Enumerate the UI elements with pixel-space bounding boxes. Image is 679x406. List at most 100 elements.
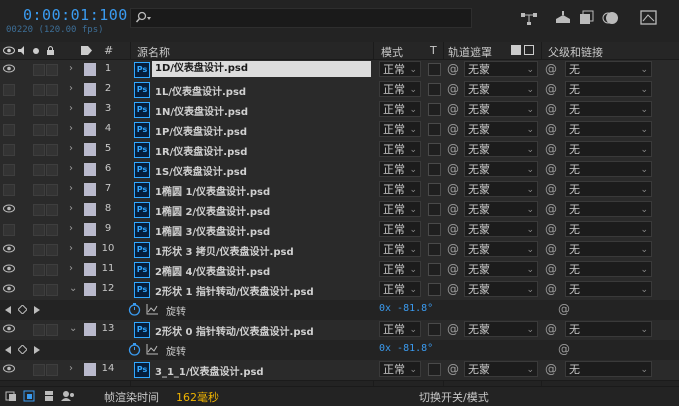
layer-row[interactable]: › 4 Ps 1P/仪表盘设计.psd 正常 ⌄ @ 无蒙 ⌄ @ 无 ⌄ <box>0 120 679 141</box>
video-visibility-header-icon[interactable] <box>3 46 15 55</box>
layer-expand-icon[interactable]: › <box>69 163 73 174</box>
matte-pick-whip-icon[interactable]: @ <box>447 182 459 196</box>
layer-label-color[interactable] <box>84 63 96 76</box>
matte-pick-whip-icon[interactable]: @ <box>447 242 459 256</box>
expression-pick-whip-icon[interactable]: @ <box>558 302 570 316</box>
layer-lock-toggle[interactable] <box>46 144 58 156</box>
preserve-transparency-checkbox[interactable] <box>428 283 441 296</box>
blend-mode-select[interactable]: 正常 ⌄ <box>379 261 421 277</box>
layer-lock-toggle[interactable] <box>46 224 58 236</box>
layer-name[interactable]: 1N/仪表盘设计.psd <box>155 103 370 118</box>
rotation-value[interactable]: 0x -81.8° <box>379 303 433 314</box>
layer-name[interactable]: 1P/仪表盘设计.psd <box>155 123 370 138</box>
blend-mode-select[interactable]: 正常 ⌄ <box>379 81 421 97</box>
matte-pick-whip-icon[interactable]: @ <box>447 222 459 236</box>
layer-row[interactable]: › 9 Ps 1椭圆 3/仪表盘设计.psd 正常 ⌄ @ 无蒙 ⌄ @ 无 ⌄ <box>0 220 679 241</box>
layer-row[interactable]: › 7 Ps 1椭圆 1/仪表盘设计.psd 正常 ⌄ @ 无蒙 ⌄ @ 无 ⌄ <box>0 180 679 201</box>
prev-keyframe-icon[interactable] <box>5 306 11 314</box>
parent-select[interactable]: 无 ⌄ <box>565 141 652 157</box>
layer-label-color[interactable] <box>84 103 96 116</box>
add-keyframe-icon[interactable] <box>18 345 27 354</box>
blend-mode-select[interactable]: 正常 ⌄ <box>379 61 421 77</box>
toggle-transfer-controls-icon[interactable] <box>23 390 35 402</box>
toggle-switches-modes-button[interactable]: 切换开关/模式 <box>419 389 489 405</box>
layer-label-color[interactable] <box>84 283 96 296</box>
parent-select[interactable]: 无 ⌄ <box>565 81 652 97</box>
layer-name[interactable]: 1D/仪表盘设计.psd <box>152 61 371 77</box>
layer-label-color[interactable] <box>84 203 96 216</box>
toggle-layer-switches-icon[interactable] <box>5 391 17 402</box>
layer-label-color[interactable] <box>84 323 96 336</box>
layer-name[interactable]: 1椭圆 2/仪表盘设计.psd <box>155 203 370 218</box>
toggle-in-out-duration-icon[interactable] <box>43 390 55 402</box>
parent-pick-whip-icon[interactable]: @ <box>545 362 557 376</box>
track-matte-select[interactable]: 无蒙 ⌄ <box>464 161 538 177</box>
lock-header-icon[interactable] <box>46 45 55 56</box>
layer-solo-toggle[interactable] <box>33 104 45 116</box>
layer-solo-toggle[interactable] <box>33 84 45 96</box>
layer-solo-toggle[interactable] <box>33 264 45 276</box>
expression-pick-whip-icon[interactable]: @ <box>558 342 570 356</box>
layer-solo-toggle[interactable] <box>33 164 45 176</box>
rotation-value[interactable]: 0x -81.8° <box>379 343 433 354</box>
layer-row[interactable]: › 5 Ps 1R/仪表盘设计.psd 正常 ⌄ @ 无蒙 ⌄ @ 无 ⌄ <box>0 140 679 161</box>
prev-keyframe-icon[interactable] <box>5 346 11 354</box>
preserve-transparency-checkbox[interactable] <box>428 323 441 336</box>
layer-visibility-eye-icon[interactable] <box>3 244 15 253</box>
source-name-header[interactable]: 源名称 <box>137 44 170 60</box>
parent-select[interactable]: 无 ⌄ <box>565 101 652 117</box>
graph-editor-icon[interactable] <box>640 10 658 26</box>
preserve-transparency-checkbox[interactable] <box>428 143 441 156</box>
blend-mode-select[interactable]: 正常 ⌄ <box>379 141 421 157</box>
layer-row[interactable]: › 3 Ps 1N/仪表盘设计.psd 正常 ⌄ @ 无蒙 ⌄ @ 无 ⌄ <box>0 100 679 121</box>
layer-expand-icon[interactable]: › <box>69 123 73 134</box>
preserve-transparency-checkbox[interactable] <box>428 223 441 236</box>
layer-row[interactable]: › 6 Ps 1S/仪表盘设计.psd 正常 ⌄ @ 无蒙 ⌄ @ 无 ⌄ <box>0 160 679 181</box>
layer-lock-toggle[interactable] <box>46 244 58 256</box>
parent-pick-whip-icon[interactable]: @ <box>545 182 557 196</box>
layer-solo-toggle[interactable] <box>33 144 45 156</box>
layer-label-color[interactable] <box>84 223 96 236</box>
track-matte-select[interactable]: 无蒙 ⌄ <box>464 261 538 277</box>
layer-visibility-eye-icon[interactable] <box>3 64 15 73</box>
layer-lock-toggle[interactable] <box>46 284 58 296</box>
layer-lock-toggle[interactable] <box>46 264 58 276</box>
parent-pick-whip-icon[interactable]: @ <box>545 102 557 116</box>
parent-pick-whip-icon[interactable]: @ <box>545 142 557 156</box>
layer-name[interactable]: 1形状 3 拷贝/仪表盘设计.psd <box>155 243 370 258</box>
matte-pick-whip-icon[interactable]: @ <box>447 322 459 336</box>
layer-label-color[interactable] <box>84 143 96 156</box>
solo-header-icon[interactable] <box>33 48 39 54</box>
layer-visibility-eye-icon[interactable] <box>3 204 15 213</box>
layer-lock-toggle[interactable] <box>46 184 58 196</box>
layer-lock-toggle[interactable] <box>46 124 58 136</box>
parent-pick-whip-icon[interactable]: @ <box>545 162 557 176</box>
graph-icon[interactable] <box>146 344 158 355</box>
parent-select[interactable]: 无 ⌄ <box>565 121 652 137</box>
track-matte-select[interactable]: 无蒙 ⌄ <box>464 361 538 377</box>
parent-select[interactable]: 无 ⌄ <box>565 61 652 77</box>
layer-visibility-eye-icon[interactable] <box>3 284 15 293</box>
layer-expand-icon[interactable]: › <box>69 203 73 214</box>
layer-solo-toggle[interactable] <box>33 64 45 76</box>
property-row[interactable]: 旋转 0x -81.8° @ <box>0 300 679 321</box>
layer-expand-icon[interactable]: ⌄ <box>69 283 77 294</box>
layer-visibility-toggle[interactable] <box>3 184 15 196</box>
blend-mode-select[interactable]: 正常 ⌄ <box>379 121 421 137</box>
layer-row[interactable]: › 14 Ps 3_1_1/仪表盘设计.psd 正常 ⌄ @ 无蒙 ⌄ @ 无 ⌄ <box>0 360 679 381</box>
composition-mini-flowchart-icon[interactable] <box>520 10 538 26</box>
layer-name[interactable]: 1L/仪表盘设计.psd <box>155 83 370 98</box>
draft-3d-icon[interactable] <box>554 10 572 26</box>
parent-pick-whip-icon[interactable]: @ <box>545 322 557 336</box>
layer-label-color[interactable] <box>84 363 96 376</box>
track-matte-select[interactable]: 无蒙 ⌄ <box>464 141 538 157</box>
preserve-transparency-checkbox[interactable] <box>428 183 441 196</box>
frame-blending-icon[interactable] <box>578 10 596 26</box>
layer-visibility-toggle[interactable] <box>3 224 15 236</box>
layer-lock-toggle[interactable] <box>46 324 58 336</box>
layer-solo-toggle[interactable] <box>33 184 45 196</box>
layer-expand-icon[interactable]: › <box>69 223 73 234</box>
parent-select[interactable]: 无 ⌄ <box>565 221 652 237</box>
matte-pick-whip-icon[interactable]: @ <box>447 82 459 96</box>
layer-expand-icon[interactable]: › <box>69 183 73 194</box>
